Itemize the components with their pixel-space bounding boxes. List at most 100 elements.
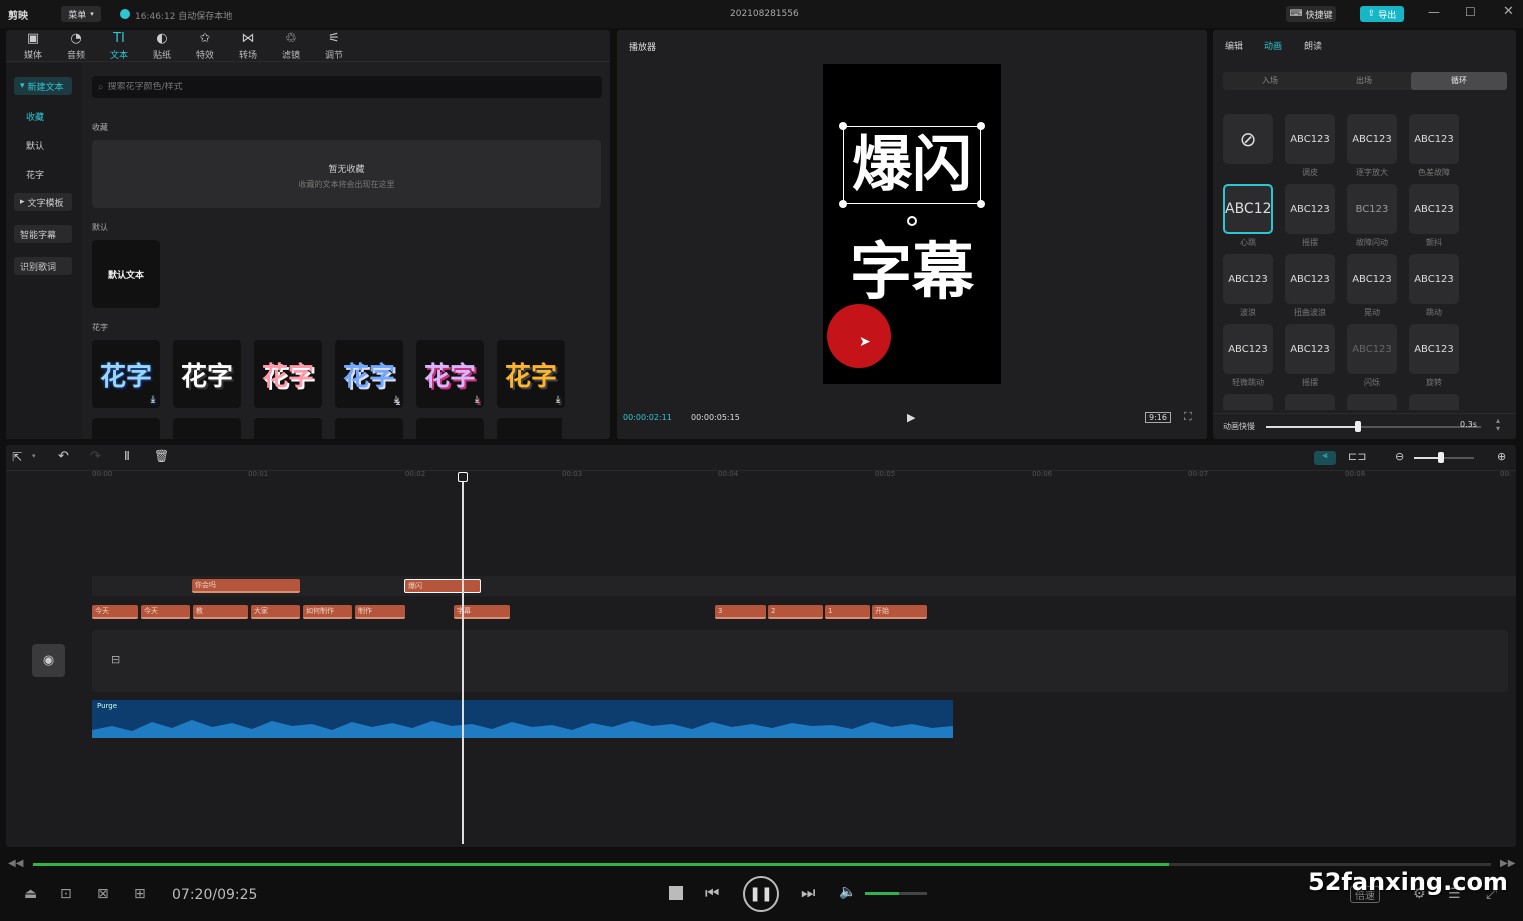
text-clip[interactable]: 今天 <box>141 605 190 619</box>
anim-item[interactable]: ABC123 <box>1409 324 1459 374</box>
anim-item[interactable]: ABC123 <box>1285 254 1335 304</box>
anim-item[interactable] <box>1347 394 1397 410</box>
zoom-slider-thumb[interactable] <box>1438 452 1444 463</box>
shortcut-button[interactable]: ⌨ 快捷键 <box>1286 6 1336 22</box>
minimize-icon[interactable]: — <box>1428 5 1440 19</box>
export-button[interactable]: ⇪ 导出 <box>1360 6 1404 22</box>
anim-item[interactable]: ABC123 <box>1285 114 1335 164</box>
anim-item[interactable]: ABC123 <box>1409 254 1459 304</box>
flower-preset-10[interactable] <box>335 418 403 439</box>
anim-item-selected[interactable]: ABC12: <box>1223 184 1273 234</box>
playhead-handle[interactable] <box>458 472 468 482</box>
sidebar-item-flower[interactable]: 花字 <box>20 165 78 183</box>
time-ruler[interactable] <box>92 468 1516 480</box>
tab-sticker[interactable]: ◐ 贴纸 <box>142 30 182 61</box>
snap-toggle-icon[interactable]: ⫷ <box>1314 451 1336 465</box>
anim-item[interactable]: ABC123 <box>1409 114 1459 164</box>
search-bar[interactable]: ⌕ <box>92 76 602 98</box>
subtab-loop[interactable]: 循环 <box>1411 72 1507 90</box>
sidebar-item-smart-subtitle[interactable]: 智能字幕 <box>14 225 72 243</box>
text-clip[interactable]: 如何制作 <box>303 605 352 619</box>
volume-icon[interactable]: 🔈 <box>839 884 856 900</box>
main-video-track[interactable] <box>92 630 1508 692</box>
undo-icon[interactable]: ↶ <box>58 449 69 464</box>
maximize-icon[interactable]: ☐ <box>1465 5 1476 19</box>
aspect-ratio-button[interactable]: 9:16 <box>1145 412 1171 423</box>
anim-item[interactable]: ABC123 <box>1223 254 1273 304</box>
select-tool-icon[interactable]: ⇱ <box>12 450 22 464</box>
anim-item[interactable]: ABC123 <box>1347 254 1397 304</box>
tab-animation[interactable]: 动画 <box>1264 39 1282 52</box>
flower-preset-9[interactable] <box>254 418 322 439</box>
anim-item[interactable] <box>1285 394 1335 410</box>
sidebar-item-favorites[interactable]: 收藏 <box>20 107 78 125</box>
text-clip[interactable]: 制作 <box>355 605 405 619</box>
audio-clip[interactable]: Purge <box>92 700 953 738</box>
flower-preset-8[interactable] <box>173 418 241 439</box>
anim-item[interactable]: ABC123 <box>1285 184 1335 234</box>
anim-item[interactable]: BC123 <box>1347 184 1397 234</box>
tab-audio[interactable]: ◔ 音频 <box>56 30 96 61</box>
anim-item[interactable]: ABC123 <box>1409 184 1459 234</box>
zoom-out-icon[interactable]: ⊖ <box>1395 450 1404 463</box>
playhead-line[interactable] <box>462 480 464 844</box>
anim-item[interactable]: ABC123 <box>1347 324 1397 374</box>
flower-preset-6[interactable]: 花字 ⤓ <box>497 340 565 408</box>
fullscreen-icon[interactable]: ⛶ <box>1184 410 1192 424</box>
tab-transition[interactable]: ⋈ 转场 <box>228 30 268 61</box>
eject-icon[interactable]: ⏏ <box>24 886 37 902</box>
text-clip-selected[interactable]: 爆闪 <box>404 579 481 593</box>
flower-preset-1[interactable]: 花字 ⤓ <box>92 340 160 408</box>
flower-preset-5[interactable]: 花字 ⤓ <box>416 340 484 408</box>
menu-button[interactable]: 菜单 ▾ <box>61 6 101 22</box>
tab-media[interactable]: ▣ 媒体 <box>13 30 53 61</box>
flower-preset-12[interactable] <box>497 418 562 439</box>
text-clip[interactable]: 你会吗 <box>192 579 300 593</box>
sidebar-item-lyrics[interactable]: 识别歌词 <box>14 257 72 275</box>
tab-edit[interactable]: 编辑 <box>1225 39 1243 52</box>
close-icon[interactable]: ✕ <box>1503 4 1514 19</box>
text-clip[interactable]: 大家 <box>251 605 300 619</box>
next-icon[interactable]: ⏭ <box>801 883 815 903</box>
anim-item[interactable]: ABC123 <box>1223 324 1273 374</box>
text-clip[interactable]: 2 <box>768 605 823 619</box>
stop-icon[interactable] <box>669 886 683 900</box>
preview-canvas[interactable]: 爆闪 字幕 ➤ <box>823 64 1001 384</box>
speed-value[interactable]: 0.3s <box>1460 420 1477 429</box>
speed-slider-thumb[interactable] <box>1355 421 1361 432</box>
screenshot-icon[interactable]: ⊠ <box>97 886 109 902</box>
anim-item[interactable] <box>1223 394 1273 410</box>
text-clip[interactable]: 开始 <box>872 605 927 619</box>
record-icon[interactable]: ⊞ <box>134 886 146 902</box>
sidebar-item-new-text[interactable]: ▾ 新建文本 <box>14 77 72 95</box>
anim-none[interactable]: ⊘ <box>1223 114 1273 164</box>
flower-preset-11[interactable] <box>416 418 484 439</box>
tab-effects[interactable]: ✩ 特效 <box>185 30 225 61</box>
pause-button[interactable]: ❚❚ <box>743 876 779 912</box>
flower-preset-4[interactable]: 花字 ⤓ <box>335 340 403 408</box>
anim-item[interactable] <box>1409 394 1459 410</box>
anim-item[interactable]: ABC123 <box>1347 114 1397 164</box>
subtab-in[interactable]: 入场 <box>1223 72 1317 90</box>
anim-item[interactable]: ABC123 <box>1285 324 1335 374</box>
tab-filter[interactable]: ♲ 滤镜 <box>271 30 311 61</box>
mute-track-icon[interactable]: ◉ <box>32 644 65 677</box>
play-icon[interactable]: ▶ <box>907 411 915 424</box>
sidebar-item-template[interactable]: ▸ 文字模板 <box>14 193 72 211</box>
subtitle-icon[interactable]: ⊡ <box>60 886 72 902</box>
rewind-icon[interactable]: ◀◀ <box>8 858 23 869</box>
chevron-down-icon[interactable]: ▾ <box>32 452 36 460</box>
tab-read[interactable]: 朗读 <box>1304 39 1322 52</box>
flower-preset-7[interactable] <box>92 418 160 439</box>
previous-icon[interactable]: ⏮ <box>705 883 719 903</box>
sidebar-item-default[interactable]: 默认 <box>20 136 78 154</box>
zoom-in-icon[interactable]: ⊕ <box>1497 450 1506 463</box>
rotate-handle-icon[interactable] <box>907 216 917 226</box>
subtab-out[interactable]: 出场 <box>1317 72 1411 90</box>
tab-adjust[interactable]: ⚟ 调节 <box>314 30 354 61</box>
default-text-preset[interactable]: 默认文本 <box>92 240 160 308</box>
preview-axis-icon[interactable]: ⊏⊐ <box>1348 450 1366 463</box>
text-clip[interactable]: 教 <box>193 605 248 619</box>
split-icon[interactable]: Ⅱ <box>124 449 130 463</box>
search-input[interactable] <box>107 82 588 92</box>
